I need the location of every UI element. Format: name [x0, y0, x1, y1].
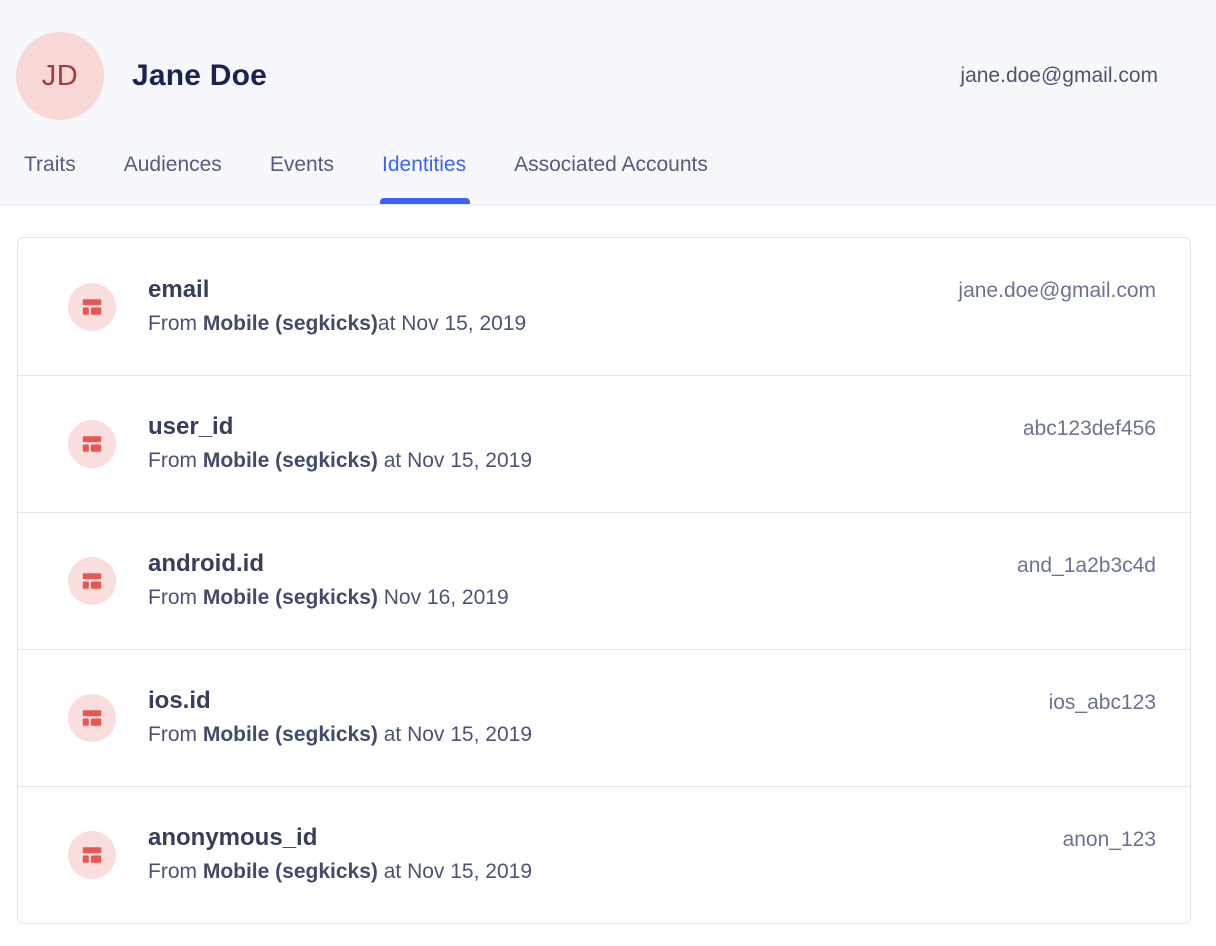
- avatar: JD: [16, 32, 104, 120]
- identity-value: and_1a2b3c4d: [1017, 551, 1156, 581]
- identity-name: email: [148, 273, 526, 307]
- source-name: Mobile (segkicks): [203, 586, 378, 609]
- source-icon: [68, 283, 116, 331]
- date-text: at Nov 15, 2019: [378, 860, 532, 883]
- identities-card: email From Mobile (segkicks)at Nov 15, 2…: [17, 237, 1191, 924]
- tab-bar: Traits Audiences Events Identities Assoc…: [0, 132, 1216, 204]
- source-icon: [68, 831, 116, 879]
- identity-value: ios_abc123: [1049, 688, 1156, 718]
- source-icon: [68, 420, 116, 468]
- from-label: From: [148, 860, 203, 883]
- page-title: Jane Doe: [132, 59, 267, 93]
- identity-source-line: From Mobile (segkicks) at Nov 15, 2019: [148, 718, 532, 752]
- tab-identities[interactable]: Identities: [382, 132, 466, 204]
- identity-row-anonymous-id[interactable]: anonymous_id From Mobile (segkicks) at N…: [18, 786, 1190, 923]
- identity-value: anon_123: [1063, 825, 1156, 855]
- identity-value: abc123def456: [1023, 414, 1156, 444]
- date-text: Nov 16, 2019: [378, 586, 509, 609]
- identity-source-line: From Mobile (segkicks) at Nov 15, 2019: [148, 855, 532, 889]
- source-name: Mobile (segkicks): [203, 449, 378, 472]
- source-icon: [68, 694, 116, 742]
- identity-name: ios.id: [148, 684, 532, 718]
- date-text: at Nov 15, 2019: [378, 312, 526, 335]
- source-name: Mobile (segkicks): [203, 860, 378, 883]
- from-label: From: [148, 312, 203, 335]
- identity-text: email From Mobile (segkicks)at Nov 15, 2…: [148, 273, 526, 341]
- date-text: at Nov 15, 2019: [378, 723, 532, 746]
- identity-text: user_id From Mobile (segkicks) at Nov 15…: [148, 410, 532, 478]
- identity-row-user-id[interactable]: user_id From Mobile (segkicks) at Nov 15…: [18, 375, 1190, 512]
- from-label: From: [148, 586, 203, 609]
- date-text: at Nov 15, 2019: [378, 449, 532, 472]
- source-name: Mobile (segkicks): [203, 312, 378, 335]
- tab-associated-accounts[interactable]: Associated Accounts: [514, 132, 708, 204]
- from-label: From: [148, 449, 203, 472]
- identities-content: email From Mobile (segkicks)at Nov 15, 2…: [0, 205, 1216, 924]
- identity-source-line: From Mobile (segkicks) Nov 16, 2019: [148, 581, 509, 615]
- identity-text: ios.id From Mobile (segkicks) at Nov 15,…: [148, 684, 532, 752]
- identity-source-line: From Mobile (segkicks)at Nov 15, 2019: [148, 307, 526, 341]
- profile-email: jane.doe@gmail.com: [960, 64, 1158, 88]
- identity-value: jane.doe@gmail.com: [958, 276, 1156, 306]
- identity-name: user_id: [148, 410, 532, 444]
- identity-row-android-id[interactable]: android.id From Mobile (segkicks) Nov 16…: [18, 512, 1190, 649]
- identity-text: anonymous_id From Mobile (segkicks) at N…: [148, 821, 532, 889]
- tab-events[interactable]: Events: [270, 132, 334, 204]
- identity-name: anonymous_id: [148, 821, 532, 855]
- source-icon: [68, 557, 116, 605]
- identity-row-email[interactable]: email From Mobile (segkicks)at Nov 15, 2…: [18, 238, 1190, 375]
- source-name: Mobile (segkicks): [203, 723, 378, 746]
- identity-source-line: From Mobile (segkicks) at Nov 15, 2019: [148, 444, 532, 478]
- from-label: From: [148, 723, 203, 746]
- profile-header: JD Jane Doe jane.doe@gmail.com Traits Au…: [0, 0, 1216, 205]
- tab-audiences[interactable]: Audiences: [124, 132, 222, 204]
- tab-traits[interactable]: Traits: [24, 132, 76, 204]
- identity-name: android.id: [148, 547, 509, 581]
- identity-text: android.id From Mobile (segkicks) Nov 16…: [148, 547, 509, 615]
- identity-row-ios-id[interactable]: ios.id From Mobile (segkicks) at Nov 15,…: [18, 649, 1190, 786]
- profile-top: JD Jane Doe jane.doe@gmail.com: [0, 0, 1216, 128]
